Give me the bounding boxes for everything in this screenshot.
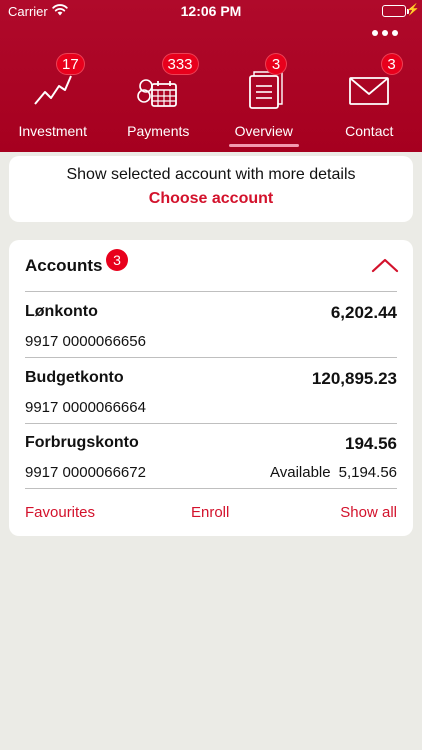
tab-badge: 3 bbox=[265, 53, 287, 75]
tab-label: Payments bbox=[127, 123, 190, 139]
documents-icon bbox=[242, 68, 286, 112]
account-number: 9917 0000066664 bbox=[25, 399, 146, 416]
account-number: 9917 0000066656 bbox=[25, 333, 146, 350]
tab-badge: 17 bbox=[56, 53, 85, 75]
accounts-header[interactable]: Accounts 3 bbox=[9, 240, 413, 292]
tab-label: Contact bbox=[345, 123, 394, 139]
account-name: Lønkonto bbox=[25, 303, 98, 320]
tab-bar: 17 Investment 333 Payments 3 Overview 3 … bbox=[0, 53, 422, 152]
tab-contact[interactable]: 3 Contact bbox=[317, 53, 422, 152]
status-bar: Carrier 12:06 PM ⚡ bbox=[0, 0, 422, 24]
tab-label: Overview bbox=[234, 123, 293, 139]
dot-icon bbox=[392, 30, 398, 36]
account-row[interactable]: Budgetkonto 120,895.23 9917 0000066664 bbox=[9, 358, 413, 422]
accounts-footer: Favourites Enroll Show all bbox=[9, 504, 413, 524]
favourites-link[interactable]: Favourites bbox=[25, 504, 95, 521]
clock: 12:06 PM bbox=[180, 3, 242, 19]
more-menu-button[interactable] bbox=[372, 26, 398, 40]
choose-account-card: Show selected account with more details … bbox=[9, 156, 413, 222]
account-row[interactable]: Lønkonto 6,202.44 9917 0000066656 bbox=[9, 292, 413, 356]
tab-badge: 3 bbox=[380, 53, 403, 75]
accounts-title: Accounts bbox=[25, 256, 103, 275]
tab-investment[interactable]: 17 Investment bbox=[0, 53, 106, 152]
account-balance: 120,895.23 bbox=[311, 369, 397, 388]
tab-overview[interactable]: 3 Overview bbox=[211, 53, 317, 152]
choose-account-hint: Show selected account with more details bbox=[66, 166, 356, 183]
account-name: Forbrugskonto bbox=[25, 434, 139, 451]
dot-icon bbox=[372, 30, 378, 36]
tab-badge: 333 bbox=[161, 53, 199, 75]
account-balance: 194.56 bbox=[345, 434, 397, 453]
tab-payments[interactable]: 333 Payments bbox=[106, 53, 212, 152]
envelope-icon bbox=[347, 68, 391, 112]
account-balance: 6,202.44 bbox=[330, 303, 397, 322]
available-label: Available bbox=[270, 464, 331, 481]
app-header: Carrier 12:06 PM ⚡ 17 Investment 333 Pay… bbox=[0, 0, 422, 152]
show-all-link[interactable]: Show all bbox=[340, 504, 397, 521]
account-number: 9917 0000066672 bbox=[25, 464, 146, 481]
tab-label: Investment bbox=[18, 123, 87, 139]
available-value: 5,194.56 bbox=[338, 464, 397, 481]
accounts-badge: 3 bbox=[106, 249, 128, 271]
active-tab-indicator bbox=[229, 144, 299, 147]
accounts-card: Accounts 3 Lønkonto 6,202.44 9917 000006… bbox=[9, 240, 413, 536]
chevron-up-icon[interactable] bbox=[371, 256, 399, 274]
enroll-link[interactable]: Enroll bbox=[191, 504, 229, 521]
charging-icon: ⚡ bbox=[406, 4, 420, 16]
account-available: Available 5,194.56 bbox=[270, 464, 397, 481]
account-row[interactable]: Forbrugskonto 194.56 9917 0000066672 Ava… bbox=[9, 423, 413, 487]
divider bbox=[25, 488, 397, 489]
dot-icon bbox=[382, 30, 388, 36]
choose-account-button[interactable]: Choose account bbox=[9, 190, 413, 208]
battery-icon bbox=[382, 5, 406, 17]
account-name: Budgetkonto bbox=[25, 369, 124, 386]
